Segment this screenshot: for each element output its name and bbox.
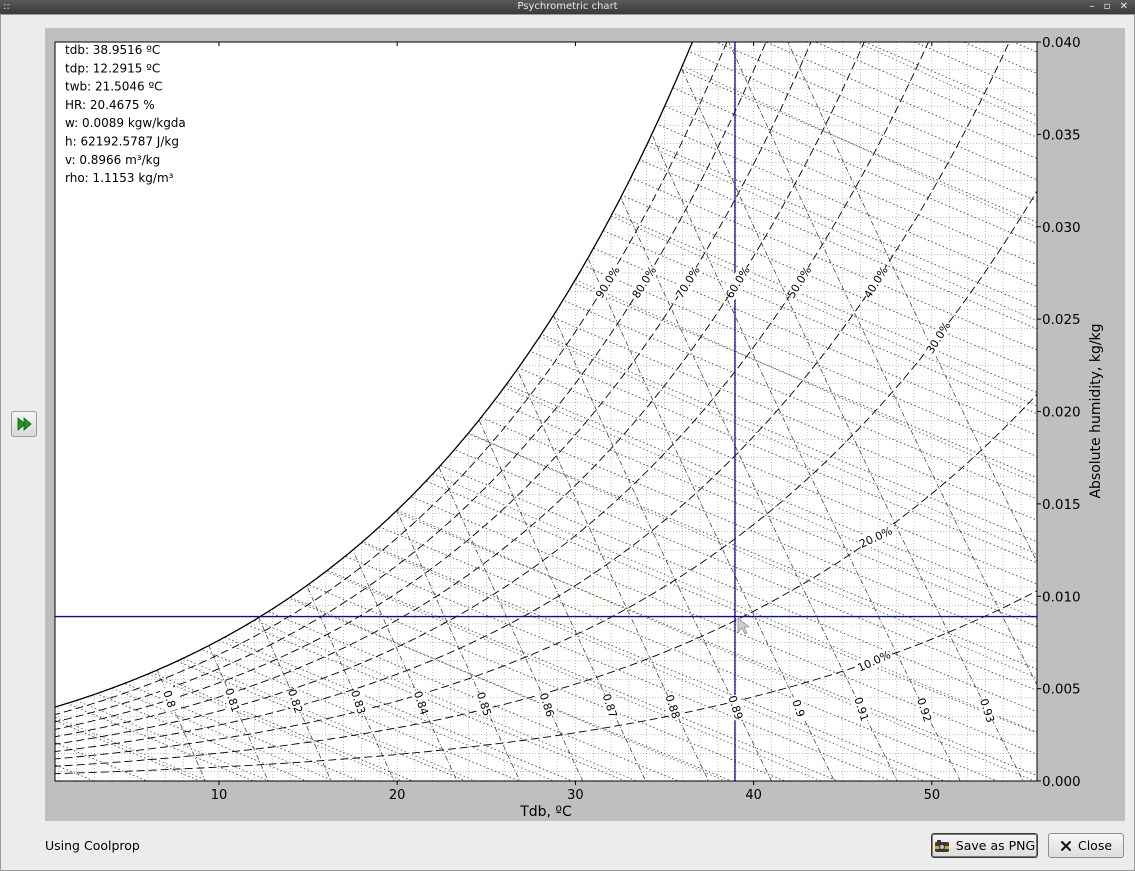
y-tick-label: 0.000 xyxy=(1042,774,1081,790)
y-tick-label: 0.030 xyxy=(1042,220,1081,236)
y-tick-label: 0.020 xyxy=(1042,405,1081,421)
x-tick-label: 20 xyxy=(389,788,406,803)
window-menu-grip[interactable]: :: xyxy=(3,0,10,14)
figure-canvas[interactable]: 0.8 0.81 0.82 0.83 0.84 0.85 0.86 0.87 0.88 0.89 0… xyxy=(45,28,1125,821)
window-titlebar: :: Psychrometric chart – ▫ ✕ xyxy=(0,0,1135,14)
x-tick-label: 30 xyxy=(567,788,584,803)
readout-line: w: 0.0089 kgw/kgda xyxy=(65,116,186,130)
y-tick-label: 0.010 xyxy=(1042,589,1081,605)
save-button-label: Save as PNG xyxy=(955,838,1036,853)
y-tick-label: 0.005 xyxy=(1042,682,1081,698)
readout-line: rho: 1.1153 kg/m³ xyxy=(65,171,174,185)
y-axis-label: Absolute humidity, kg/kg xyxy=(1088,323,1104,498)
psychrometric-chart[interactable]: 0.8 0.81 0.82 0.83 0.84 0.85 0.86 0.87 0.88 0.89 0… xyxy=(45,28,1125,821)
y-tick-label: 0.025 xyxy=(1042,312,1081,328)
status-text: Using Coolprop xyxy=(45,838,140,853)
x-tick-label: 40 xyxy=(745,788,762,803)
close-x-icon xyxy=(1060,840,1071,851)
play-forward-icon xyxy=(17,417,32,431)
play-forward-button[interactable] xyxy=(11,411,37,437)
y-tick-label: 0.035 xyxy=(1042,127,1081,143)
readout-line: h: 62192.5787 J/kg xyxy=(65,135,179,149)
save-as-png-button[interactable]: Save as PNG xyxy=(931,833,1038,858)
y-tick-label: 0.040 xyxy=(1042,35,1081,51)
y-tick-label: 0.015 xyxy=(1042,497,1081,513)
readout-line: HR: 20.4675 % xyxy=(65,98,155,112)
camera-save-icon xyxy=(934,839,949,852)
close-button-label: Close xyxy=(1077,838,1113,853)
window-title: Psychrometric chart xyxy=(517,1,618,12)
readout-line: tdp: 12.2915 ºC xyxy=(65,61,160,75)
x-axis-label: Tdb, ºC xyxy=(519,804,572,820)
x-tick-label: 50 xyxy=(924,788,941,803)
close-button[interactable]: Close xyxy=(1048,833,1124,858)
window-controls[interactable]: – ▫ ✕ xyxy=(1089,0,1131,14)
x-tick-label: 10 xyxy=(211,788,228,803)
readout-line: twb: 21.5046 ºC xyxy=(65,80,162,94)
readout-line: v: 0.8966 m³/kg xyxy=(65,153,160,167)
enthalpy-line xyxy=(45,781,76,796)
readout-line: tdb: 38.9516 ºC xyxy=(65,43,160,57)
